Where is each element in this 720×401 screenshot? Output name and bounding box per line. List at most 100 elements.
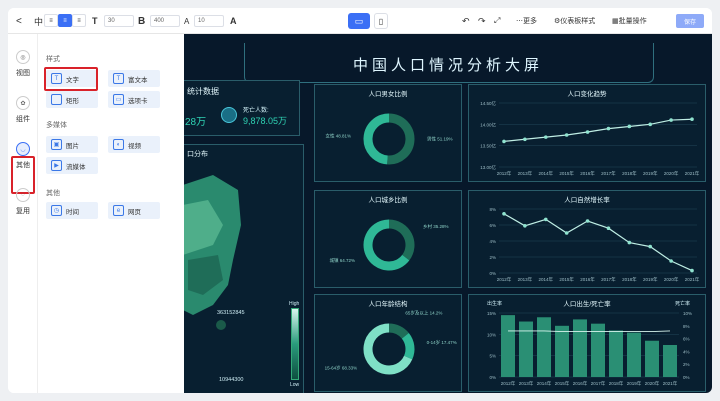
- time-widget[interactable]: ◷ 时间: [46, 202, 98, 219]
- x-tick-label: 2017年: [591, 380, 606, 387]
- video-widget[interactable]: ◐ 视频: [108, 136, 160, 153]
- data-point: [523, 224, 527, 228]
- x-tick-label: 2021年: [685, 276, 700, 283]
- stream-widget[interactable]: ▶ 流媒体: [46, 157, 98, 174]
- slice-label: 城镇 64.72%: [329, 257, 355, 264]
- widget-label: 矩形: [66, 97, 79, 105]
- legend-low: Low: [290, 382, 300, 388]
- top-toolbar: < 中 ≡ ≡ ≡ T 30 B 400 A 10 A ▭ ▯ ↶ ↷ ⤢ ⋯ …: [8, 8, 712, 34]
- right-tick-label: 4%: [683, 349, 690, 354]
- y-tick-label: 8%: [489, 207, 496, 212]
- fullscreen-icon[interactable]: ⤢: [494, 14, 500, 28]
- font-weight-input[interactable]: 400: [150, 15, 180, 27]
- save-button[interactable]: 保存: [676, 14, 704, 28]
- page-title: 中: [34, 16, 44, 27]
- data-point: [669, 118, 673, 122]
- map-max: 363152845: [217, 310, 245, 316]
- y-tick-label: 14.00亿: [480, 121, 496, 128]
- dashboard-title[interactable]: 中国人口情况分析大屏: [184, 54, 712, 75]
- data-point: [606, 226, 611, 230]
- stat-value: 28万: [185, 117, 207, 128]
- data-point: [627, 240, 632, 245]
- slice-label: 男性 51.19%: [427, 135, 453, 142]
- widget-label: 图片: [66, 142, 79, 150]
- chart-card-growth[interactable]: 人口自然增长率 0% 2% 4% 6% 8% 2012年 2013年 2014年 2015年 20…: [468, 190, 706, 288]
- y-tick-label: 14.50亿: [480, 100, 496, 107]
- font-color-icon[interactable]: A: [230, 14, 237, 28]
- x-tick-label: 2019年: [643, 170, 658, 177]
- x-tick-label: 2021年: [663, 380, 678, 387]
- align-left-icon[interactable]: ≡: [44, 14, 58, 27]
- x-tick-label: 2015年: [555, 380, 570, 387]
- redo-icon[interactable]: ↷: [478, 14, 486, 28]
- component-icon: ✿: [16, 96, 30, 110]
- series-line: [503, 118, 693, 142]
- map-min: 10944300: [219, 377, 244, 383]
- widget-label: 时间: [66, 208, 79, 216]
- reuse-icon: ◌: [16, 188, 30, 202]
- slice-label: 65岁及以上 14.2%: [405, 310, 442, 317]
- bar: [501, 315, 515, 377]
- font-size-input[interactable]: 30: [104, 15, 134, 27]
- person-icon: [221, 107, 237, 123]
- slice-label: 女性 48.81%: [326, 133, 352, 140]
- bar: [555, 325, 569, 377]
- x-tick-label: 2015年: [559, 170, 574, 177]
- image-icon: ▣: [51, 139, 62, 150]
- dashboard-canvas[interactable]: 中国人口情况分析大屏 统计数据 28万 死亡人数: 9,878.05万 口分布 …: [184, 34, 712, 393]
- tab-widget[interactable]: ▭ 选项卡: [108, 91, 160, 108]
- x-tick-label: 2016年: [580, 276, 595, 283]
- more-label: 更多: [523, 18, 537, 25]
- letter-spacing-input[interactable]: 10: [194, 15, 224, 27]
- chart-card-birth-death[interactable]: 人口出生/死亡率 出生率 死亡率 0% 5% 10% 15% 0% 2% 4% 6% 8% 10%…: [468, 294, 706, 392]
- webpage-widget[interactable]: e 网页: [108, 202, 160, 219]
- stats-card[interactable]: 统计数据 28万 死亡人数: 9,878.05万: [184, 80, 300, 136]
- widget-label: 富文本: [128, 76, 148, 84]
- rail-item-component[interactable]: ✿ 组件: [10, 96, 36, 130]
- data-point: [690, 117, 694, 122]
- font-size-icon: T: [92, 16, 98, 26]
- data-point: [564, 133, 569, 137]
- rail-item-view[interactable]: ◎ 视图: [10, 50, 36, 84]
- dashboard-style-button[interactable]: ⚙ 仪表板样式: [554, 14, 595, 28]
- letter-spacing-icon: A: [184, 16, 190, 26]
- x-tick-label: 2013年: [518, 276, 533, 283]
- slice-label: 0-14岁 17.47%: [427, 339, 457, 346]
- image-widget[interactable]: ▣ 图片: [46, 136, 98, 153]
- map-card[interactable]: 口分布 363152845 10944300 High Low: [184, 144, 304, 393]
- x-tick-label: 2013年: [519, 380, 534, 387]
- align-center-icon[interactable]: ≡: [58, 14, 72, 27]
- data-point: [543, 217, 548, 222]
- view-icon: ◎: [16, 50, 30, 64]
- rich-text-widget[interactable]: T 富文本: [108, 70, 160, 87]
- tab-icon: ▭: [113, 94, 124, 105]
- batch-label: 批量操作: [618, 18, 647, 25]
- data-point: [669, 259, 673, 263]
- death-label: 死亡人数:: [243, 108, 269, 114]
- mobile-view-button[interactable]: ▯: [374, 13, 388, 29]
- x-tick-label: 2018年: [622, 170, 637, 177]
- grid-icon: ▦: [612, 18, 619, 25]
- donut-slice: [388, 219, 415, 261]
- bold-icon[interactable]: B: [138, 14, 145, 28]
- chart-card-trend[interactable]: 人口变化趋势 13.00亿 13.50亿 14.00亿 14.50亿 2012年 2013…: [468, 84, 706, 182]
- undo-icon[interactable]: ↶: [462, 14, 470, 28]
- urban-donut: 乡村 35.28% 城镇 64.72%: [329, 219, 449, 271]
- right-tick-label: 0%: [683, 375, 690, 380]
- more-button[interactable]: ⋯ 更多: [516, 14, 537, 28]
- rectangle-widget[interactable]: 矩形: [46, 91, 98, 108]
- chart-card-gender[interactable]: 人口男女比例 男性 51.19% 女性 48.81%: [314, 84, 462, 182]
- chart-card-age[interactable]: 人口年龄结构 65岁及以上 14.2% 0-14岁 17.47% 15-64岁 68…: [314, 294, 462, 392]
- desktop-view-button[interactable]: ▭: [348, 13, 370, 29]
- y-tick-label: 4%: [489, 239, 496, 244]
- rail-item-reuse[interactable]: ◌ 复用: [10, 188, 36, 222]
- dashboard-style-label: 仪表板样式: [560, 18, 596, 25]
- bar: [645, 340, 659, 377]
- x-tick-label: 2018年: [622, 276, 637, 283]
- x-tick-label: 2018年: [609, 380, 624, 387]
- batch-operation-button[interactable]: ▦ 批量操作: [612, 14, 647, 28]
- align-right-icon[interactable]: ≡: [72, 14, 86, 27]
- chart-card-urban[interactable]: 人口城乡比例 乡村 35.28% 城镇 64.72%: [314, 190, 462, 288]
- back-icon[interactable]: <: [16, 14, 22, 28]
- bar: [519, 321, 533, 377]
